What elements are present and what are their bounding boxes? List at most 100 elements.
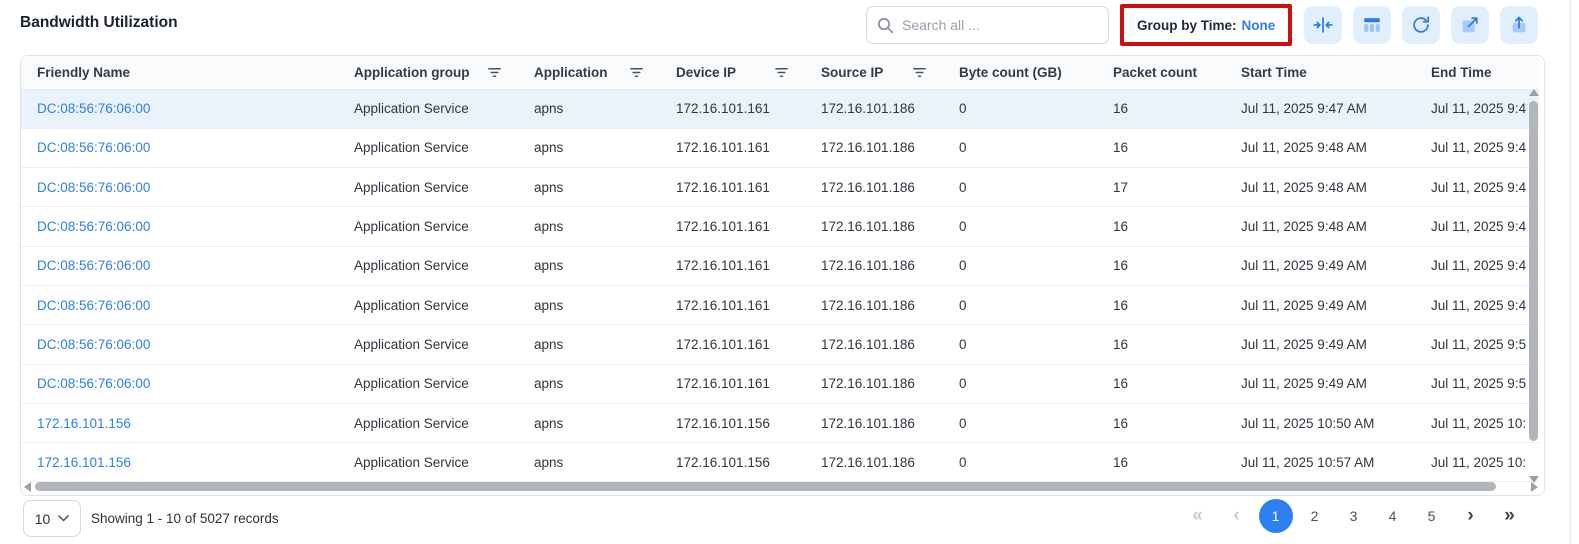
cell-application: apns [518, 168, 660, 207]
cell-application-group: Application Service [338, 403, 518, 442]
cell-packet-count: 16 [1097, 285, 1225, 324]
cell-source-ip: 172.16.101.186 [805, 443, 943, 482]
cell-packet-count: 16 [1097, 207, 1225, 246]
group-by-time-label: Group by Time: [1137, 18, 1237, 33]
filter-icon[interactable] [487, 65, 502, 80]
horizontal-scrollbar[interactable] [21, 481, 1522, 492]
cell-packet-count: 16 [1097, 443, 1225, 482]
vertical-scrollbar[interactable] [1528, 91, 1539, 479]
cell-packet-count: 16 [1097, 325, 1225, 364]
cell-application: apns [518, 207, 660, 246]
search-box[interactable] [866, 6, 1109, 44]
table-row[interactable]: DC:08:56:76:06:00 Application Service ap… [21, 325, 1539, 364]
table-row[interactable]: DC:08:56:76:06:00 Application Service ap… [21, 207, 1539, 246]
cell-start-time: Jul 11, 2025 9:49 AM [1225, 285, 1415, 324]
column-header-source-ip[interactable]: Source IP [805, 56, 943, 89]
bandwidth-table: Friendly Name Application group Applicat… [21, 56, 1539, 482]
columns-button[interactable] [1353, 6, 1391, 44]
cell-friendly-name-link[interactable]: DC:08:56:76:06:00 [21, 89, 338, 128]
cell-friendly-name-link[interactable]: 172.16.101.156 [21, 443, 338, 482]
column-header-byte-count[interactable]: Byte count (GB) [943, 56, 1097, 89]
column-header-device-ip[interactable]: Device IP [660, 56, 805, 89]
cell-application: apns [518, 246, 660, 285]
pagination-page-3[interactable]: 3 [1334, 498, 1373, 534]
cell-start-time: Jul 11, 2025 9:49 AM [1225, 364, 1415, 403]
fit-columns-icon [1312, 14, 1334, 36]
cell-application-group: Application Service [338, 207, 518, 246]
chevron-down-icon [58, 515, 69, 522]
cell-application: apns [518, 89, 660, 128]
column-header-end-time[interactable]: End Time [1415, 56, 1539, 89]
cell-source-ip: 172.16.101.186 [805, 128, 943, 167]
cell-device-ip: 172.16.101.161 [660, 364, 805, 403]
cell-application: apns [518, 325, 660, 364]
cell-device-ip: 172.16.101.161 [660, 325, 805, 364]
cell-packet-count: 17 [1097, 168, 1225, 207]
column-header-packet-count[interactable]: Packet count [1097, 56, 1225, 89]
cell-friendly-name-link[interactable]: DC:08:56:76:06:00 [21, 128, 338, 167]
cell-friendly-name-link[interactable]: DC:08:56:76:06:00 [21, 207, 338, 246]
cell-start-time: Jul 11, 2025 9:47 AM [1225, 89, 1415, 128]
column-header-start-time[interactable]: Start Time [1225, 56, 1415, 89]
filter-icon[interactable] [629, 65, 644, 80]
cell-end-time: Jul 11, 2025 9:4 [1415, 128, 1539, 167]
horizontal-scrollbar-thumb[interactable] [35, 482, 1496, 491]
refresh-icon [1410, 14, 1432, 36]
column-header-application-group[interactable]: Application group [338, 56, 518, 89]
table-row[interactable]: DC:08:56:76:06:00 Application Service ap… [21, 246, 1539, 285]
columns-icon [1361, 14, 1383, 36]
cell-application-group: Application Service [338, 325, 518, 364]
group-by-time-button[interactable]: Group by Time: None [1124, 8, 1288, 42]
cell-start-time: Jul 11, 2025 9:49 AM [1225, 325, 1415, 364]
scroll-up-arrow-icon[interactable] [1529, 89, 1539, 96]
fit-columns-button[interactable] [1304, 6, 1342, 44]
showing-records-text: Showing 1 - 10 of 5027 records [91, 511, 279, 526]
cell-application: apns [518, 364, 660, 403]
search-input[interactable] [902, 17, 1098, 33]
refresh-button[interactable] [1402, 6, 1440, 44]
pagination-prev-button[interactable]: ‹ [1217, 498, 1256, 534]
table-row[interactable]: DC:08:56:76:06:00 Application Service ap… [21, 128, 1539, 167]
cell-byte-count: 0 [943, 207, 1097, 246]
table-row[interactable]: DC:08:56:76:06:00 Application Service ap… [21, 364, 1539, 403]
vertical-scrollbar-thumb[interactable] [1529, 101, 1538, 441]
export-button[interactable] [1500, 6, 1538, 44]
pagination-page-1[interactable]: 1 [1256, 498, 1295, 534]
page-size-select[interactable]: 10 [23, 500, 81, 537]
cell-application: apns [518, 403, 660, 442]
cell-friendly-name-link[interactable]: DC:08:56:76:06:00 [21, 285, 338, 324]
pagination-last-button[interactable]: » [1490, 498, 1529, 534]
column-header-friendly-name[interactable]: Friendly Name [21, 56, 338, 89]
cell-start-time: Jul 11, 2025 9:48 AM [1225, 128, 1415, 167]
cell-packet-count: 16 [1097, 403, 1225, 442]
cell-friendly-name-link[interactable]: DC:08:56:76:06:00 [21, 168, 338, 207]
table-row[interactable]: DC:08:56:76:06:00 Application Service ap… [21, 168, 1539, 207]
pagination-first-button[interactable]: « [1178, 498, 1217, 534]
pagination-page-4[interactable]: 4 [1373, 498, 1412, 534]
filter-icon[interactable] [912, 65, 927, 80]
cell-end-time: Jul 11, 2025 9:5 [1415, 364, 1539, 403]
pagination-page-5[interactable]: 5 [1412, 498, 1451, 534]
cell-friendly-name-link[interactable]: DC:08:56:76:06:00 [21, 246, 338, 285]
table-row[interactable]: DC:08:56:76:06:00 Application Service ap… [21, 285, 1539, 324]
cell-device-ip: 172.16.101.161 [660, 207, 805, 246]
table-row[interactable]: 172.16.101.156 Application Service apns … [21, 403, 1539, 442]
scroll-left-arrow-icon[interactable] [24, 482, 31, 492]
pagination-next-button[interactable]: › [1451, 498, 1490, 534]
cell-friendly-name-link[interactable]: DC:08:56:76:06:00 [21, 364, 338, 403]
open-in-new-window-button[interactable] [1451, 6, 1489, 44]
table-row[interactable]: 172.16.101.156 Application Service apns … [21, 443, 1539, 482]
cell-friendly-name-link[interactable]: DC:08:56:76:06:00 [21, 325, 338, 364]
cell-source-ip: 172.16.101.186 [805, 403, 943, 442]
cell-end-time: Jul 11, 2025 9:4 [1415, 168, 1539, 207]
filter-icon[interactable] [774, 65, 789, 80]
cell-packet-count: 16 [1097, 128, 1225, 167]
export-icon [1508, 14, 1530, 36]
cell-friendly-name-link[interactable]: 172.16.101.156 [21, 403, 338, 442]
cell-byte-count: 0 [943, 128, 1097, 167]
scroll-right-arrow-icon[interactable] [1531, 482, 1538, 492]
pagination-page-2[interactable]: 2 [1295, 498, 1334, 534]
table-row[interactable]: DC:08:56:76:06:00 Application Service ap… [21, 89, 1539, 128]
column-header-application[interactable]: Application [518, 56, 660, 89]
cell-application: apns [518, 443, 660, 482]
